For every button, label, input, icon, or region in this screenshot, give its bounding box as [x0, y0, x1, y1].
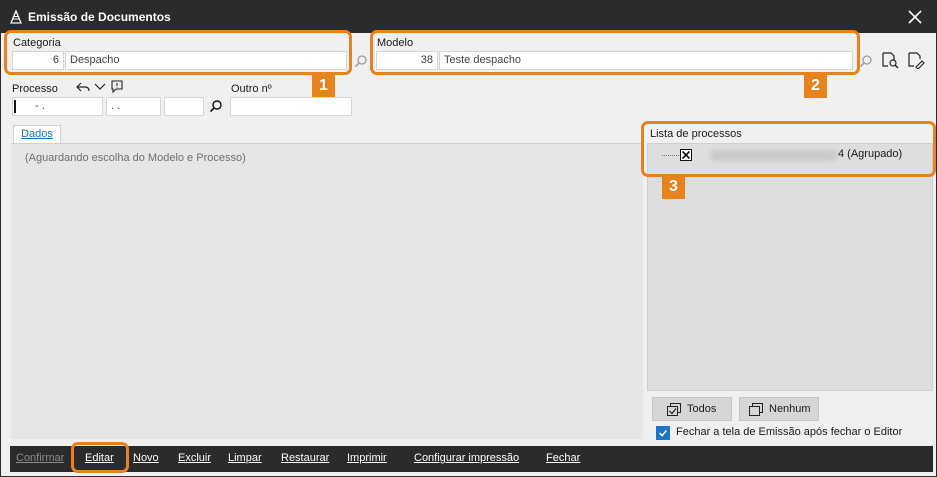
dados-placeholder: (Aguardando escolha do Modelo e Processo… [25, 152, 246, 164]
search-icon[interactable] [859, 54, 873, 68]
excluir-button[interactable]: Excluir [178, 452, 211, 464]
tab-dados[interactable]: Dados [13, 125, 61, 144]
restaurar-button[interactable]: Restaurar [281, 452, 329, 464]
edit-doc-icon[interactable] [907, 51, 925, 69]
configurar-impressao-button[interactable]: Configurar impressão [414, 452, 519, 464]
processo-part1-field[interactable]: - . [12, 97, 103, 116]
search-icon[interactable] [209, 99, 223, 113]
title-bar: Emissão de Documentos [1, 1, 936, 33]
limpar-button[interactable]: Limpar [228, 452, 262, 464]
outro-field[interactable] [230, 97, 352, 116]
callout-3-badge: 3 [662, 175, 685, 199]
fechar-checkbox[interactable] [656, 426, 670, 440]
imprimir-button[interactable]: Imprimir [347, 452, 387, 464]
search-icon[interactable] [354, 54, 368, 68]
emission-window: Emissão de Documentos Categoria 6 Despac… [0, 0, 937, 477]
processo-part2-field[interactable]: . . [106, 97, 161, 116]
nenhum-button[interactable]: Nenhum [739, 397, 819, 421]
text-cursor [14, 100, 16, 113]
callout-2-box [370, 30, 860, 75]
processo-part3-field[interactable] [164, 97, 204, 116]
bottom-toolbar: Confirmar Editar Novo Excluir Limpar Res… [10, 446, 933, 472]
fechar-button[interactable]: Fechar [546, 452, 580, 464]
callout-1-badge: 1 [312, 74, 335, 98]
close-icon[interactable] [904, 6, 926, 28]
callout-3-box [641, 121, 936, 177]
chevron-down-icon[interactable] [94, 82, 106, 92]
novo-button[interactable]: Novo [133, 452, 159, 464]
note-icon[interactable] [111, 80, 123, 93]
todos-button[interactable]: Todos [652, 397, 732, 421]
callout-2-badge: 2 [804, 74, 827, 98]
confirmar-button[interactable]: Confirmar [16, 452, 64, 464]
window-title: Emissão de Documentos [28, 10, 171, 24]
undo-icon[interactable] [76, 81, 90, 93]
callout-editar-box [71, 442, 129, 473]
dados-panel: (Aguardando escolha do Modelo e Processo… [11, 143, 643, 439]
process-list: 4 (Agrupado) [647, 143, 933, 391]
fechar-checkbox-label: Fechar a tela de Emissão após fechar o E… [676, 426, 903, 438]
callout-1-box [4, 30, 352, 75]
uncheck-all-icon [749, 403, 763, 416]
outro-label: Outro nº [231, 83, 272, 95]
search-doc-icon[interactable] [881, 51, 899, 69]
app-icon [10, 10, 22, 24]
check-all-icon [667, 403, 681, 416]
processo-label: Processo [12, 83, 58, 95]
